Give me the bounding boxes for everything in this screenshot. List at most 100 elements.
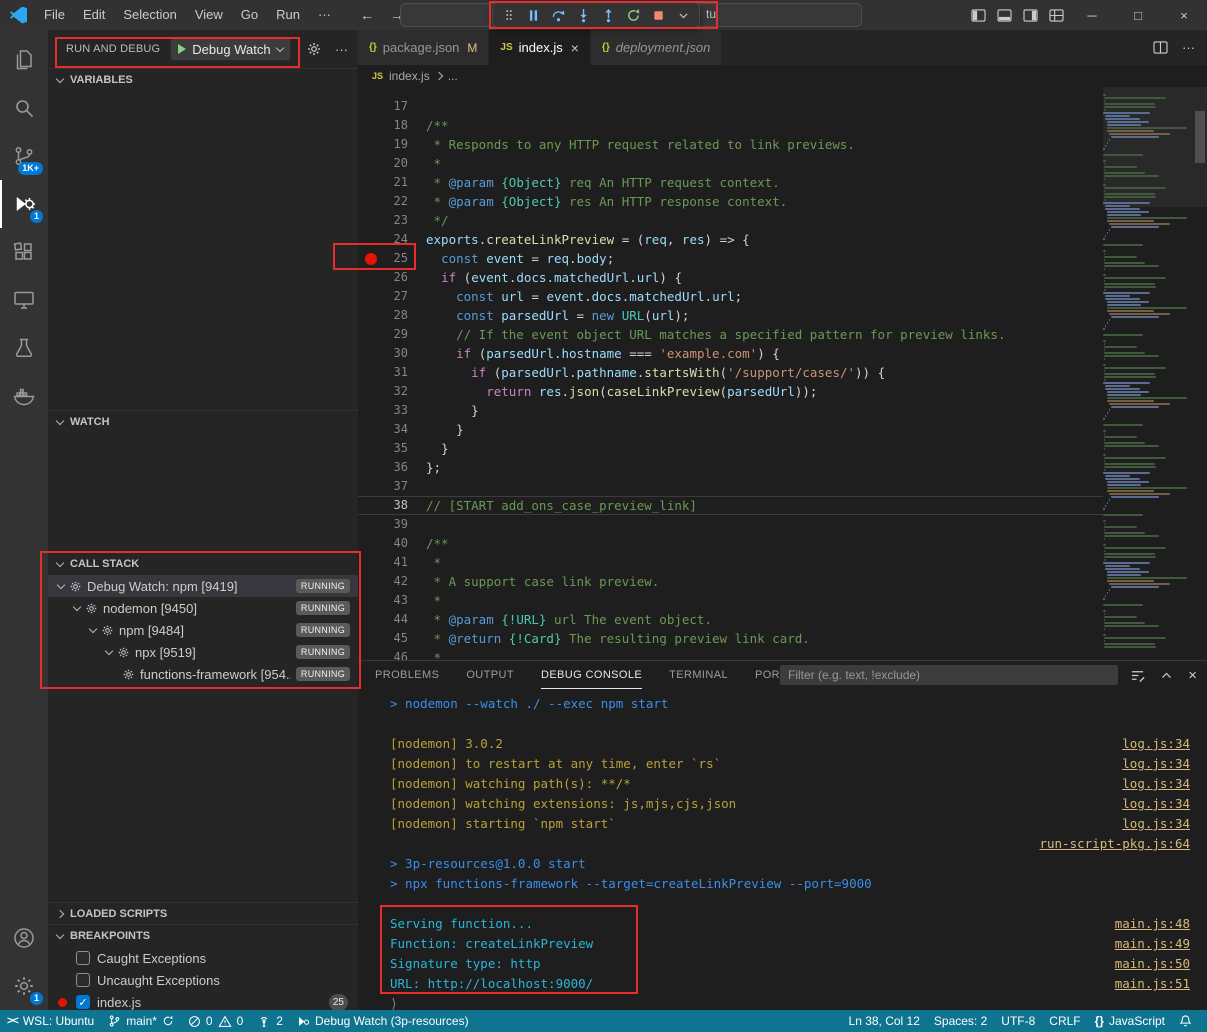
- editor-more-actions-icon[interactable]: ···: [1182, 40, 1195, 55]
- sidebar-item-extensions[interactable]: [0, 228, 48, 276]
- gutter[interactable]: 31: [358, 363, 426, 382]
- breakpoints-section-header[interactable]: BREAKPOINTS: [48, 925, 358, 947]
- gutter[interactable]: 37: [358, 477, 426, 496]
- source-link[interactable]: log.js:34: [1122, 814, 1190, 834]
- gutter[interactable]: 38: [358, 496, 426, 515]
- source-link[interactable]: log.js:34: [1122, 774, 1190, 794]
- call-stack-row[interactable]: Debug Watch: npm [9419]RUNNING: [48, 575, 358, 597]
- gutter[interactable]: 26: [358, 268, 426, 287]
- loaded-scripts-section-header[interactable]: LOADED SCRIPTS: [48, 903, 358, 925]
- tab-problems[interactable]: PROBLEMS: [375, 661, 439, 689]
- breakpoint-dot[interactable]: [365, 253, 377, 265]
- code-editor[interactable]: 1718/**19 * Responds to any HTTP request…: [358, 87, 1207, 660]
- maximize-button[interactable]: □: [1115, 0, 1161, 30]
- editor-scrollbar[interactable]: [1193, 87, 1207, 660]
- views-more-actions-icon[interactable]: ···: [335, 42, 348, 57]
- nav-back-icon[interactable]: ←: [352, 7, 382, 23]
- source-link[interactable]: main.js:48: [1115, 914, 1190, 934]
- source-link[interactable]: log.js:34: [1122, 754, 1190, 774]
- debug-settings-gear-icon[interactable]: [306, 41, 322, 57]
- breadcrumb-more[interactable]: ...: [448, 69, 458, 83]
- close-panel-icon[interactable]: ×: [1188, 667, 1197, 684]
- toolbar-drag-grip[interactable]: [496, 4, 521, 26]
- menu-overflow[interactable]: ···: [309, 0, 340, 30]
- sidebar-item-remote-explorer[interactable]: [0, 276, 48, 324]
- tab-debug-console[interactable]: DEBUG CONSOLE: [541, 661, 642, 689]
- tab-terminal[interactable]: TERMINAL: [669, 661, 728, 689]
- gutter[interactable]: 43: [358, 591, 426, 610]
- source-link[interactable]: log.js:34: [1122, 794, 1190, 814]
- gutter[interactable]: 33: [358, 401, 426, 420]
- breakpoint-checkbox[interactable]: [76, 973, 90, 987]
- accounts-icon[interactable]: [0, 914, 48, 962]
- start-debug-icon[interactable]: [178, 44, 186, 54]
- breakpoint-checkbox[interactable]: [76, 951, 90, 965]
- call-stack-row[interactable]: functions-framework [954...RUNNING: [48, 663, 358, 685]
- gutter[interactable]: 40: [358, 534, 426, 553]
- gutter[interactable]: 45: [358, 629, 426, 648]
- launch-config-dropdown[interactable]: Debug Watch: [170, 37, 290, 61]
- gutter[interactable]: 42: [358, 572, 426, 591]
- call-stack-row[interactable]: nodemon [9450]RUNNING: [48, 597, 358, 619]
- manage-gear-icon[interactable]: 1: [0, 962, 48, 1010]
- variables-section-header[interactable]: VARIABLES: [48, 69, 358, 91]
- source-link[interactable]: main.js:51: [1115, 974, 1190, 994]
- gutter[interactable]: 36: [358, 458, 426, 477]
- debug-console-output[interactable]: > nodemon --watch ./ --exec npm start[no…: [358, 694, 1207, 1010]
- menu-run[interactable]: Run: [267, 0, 309, 30]
- scrollbar-thumb[interactable]: [1195, 111, 1205, 163]
- git-branch-status[interactable]: main*: [101, 1010, 181, 1032]
- sidebar-item-search[interactable]: [0, 84, 48, 132]
- gutter[interactable]: 17: [358, 97, 426, 116]
- breakpoint-item[interactable]: ✓index.js25: [48, 991, 358, 1010]
- source-link[interactable]: main.js:49: [1115, 934, 1190, 954]
- tab-index-js[interactable]: JS index.js ×: [489, 30, 591, 65]
- gutter[interactable]: 29: [358, 325, 426, 344]
- call-stack-row[interactable]: npm [9484]RUNNING: [48, 619, 358, 641]
- sidebar-item-testing[interactable]: [0, 324, 48, 372]
- gutter[interactable]: 22: [358, 192, 426, 211]
- source-link[interactable]: main.js:50: [1115, 954, 1190, 974]
- step-out-icon[interactable]: [596, 4, 621, 26]
- step-into-icon[interactable]: [571, 4, 596, 26]
- gutter[interactable]: 46: [358, 648, 426, 660]
- toggle-secondary-sidebar-icon[interactable]: [1017, 0, 1043, 30]
- menu-selection[interactable]: Selection: [114, 0, 185, 30]
- eol-status[interactable]: CRLF: [1042, 1010, 1087, 1032]
- breadcrumb-file[interactable]: index.js: [389, 69, 430, 83]
- close-button[interactable]: ×: [1161, 0, 1207, 30]
- cursor-position-status[interactable]: Ln 38, Col 12: [842, 1010, 927, 1032]
- step-over-icon[interactable]: [546, 4, 571, 26]
- gutter[interactable]: 34: [358, 420, 426, 439]
- gutter[interactable]: 41: [358, 553, 426, 572]
- restart-icon[interactable]: [621, 4, 646, 26]
- customize-layout-icon[interactable]: [1043, 0, 1069, 30]
- source-link[interactable]: run-script-pkg.js:64: [1039, 834, 1190, 854]
- menu-file[interactable]: File: [35, 0, 74, 30]
- maximize-panel-chevron-icon[interactable]: [1160, 669, 1173, 682]
- indentation-status[interactable]: Spaces: 2: [927, 1010, 994, 1032]
- menu-view[interactable]: View: [186, 0, 232, 30]
- breakpoint-checkbox[interactable]: ✓: [76, 995, 90, 1009]
- gutter[interactable]: 28: [358, 306, 426, 325]
- tab-output[interactable]: OUTPUT: [466, 661, 514, 689]
- remote-indicator[interactable]: >< WSL: Ubuntu: [0, 1010, 101, 1032]
- gutter[interactable]: 21: [358, 173, 426, 192]
- tab-package-json[interactable]: {} package.json M: [358, 30, 489, 65]
- clear-console-icon[interactable]: [1130, 668, 1145, 683]
- watch-section-header[interactable]: WATCH: [48, 411, 358, 433]
- minimize-button[interactable]: ─: [1069, 0, 1115, 30]
- call-stack-row[interactable]: npx [9519]RUNNING: [48, 641, 358, 663]
- call-stack-section-header[interactable]: CALL STACK: [48, 553, 358, 575]
- forwarded-ports-status[interactable]: 2: [250, 1010, 290, 1032]
- breakpoint-item[interactable]: Caught Exceptions: [48, 947, 358, 969]
- problems-status[interactable]: 0 0: [181, 1010, 250, 1032]
- debug-session-status[interactable]: Debug Watch (3p-resources): [290, 1010, 476, 1032]
- encoding-status[interactable]: UTF-8: [994, 1010, 1042, 1032]
- close-tab-icon[interactable]: ×: [571, 40, 579, 56]
- gutter[interactable]: 30: [358, 344, 426, 363]
- gutter[interactable]: 23: [358, 211, 426, 230]
- toggle-primary-sidebar-icon[interactable]: [965, 0, 991, 30]
- gutter[interactable]: 27: [358, 287, 426, 306]
- sidebar-item-docker[interactable]: [0, 372, 48, 420]
